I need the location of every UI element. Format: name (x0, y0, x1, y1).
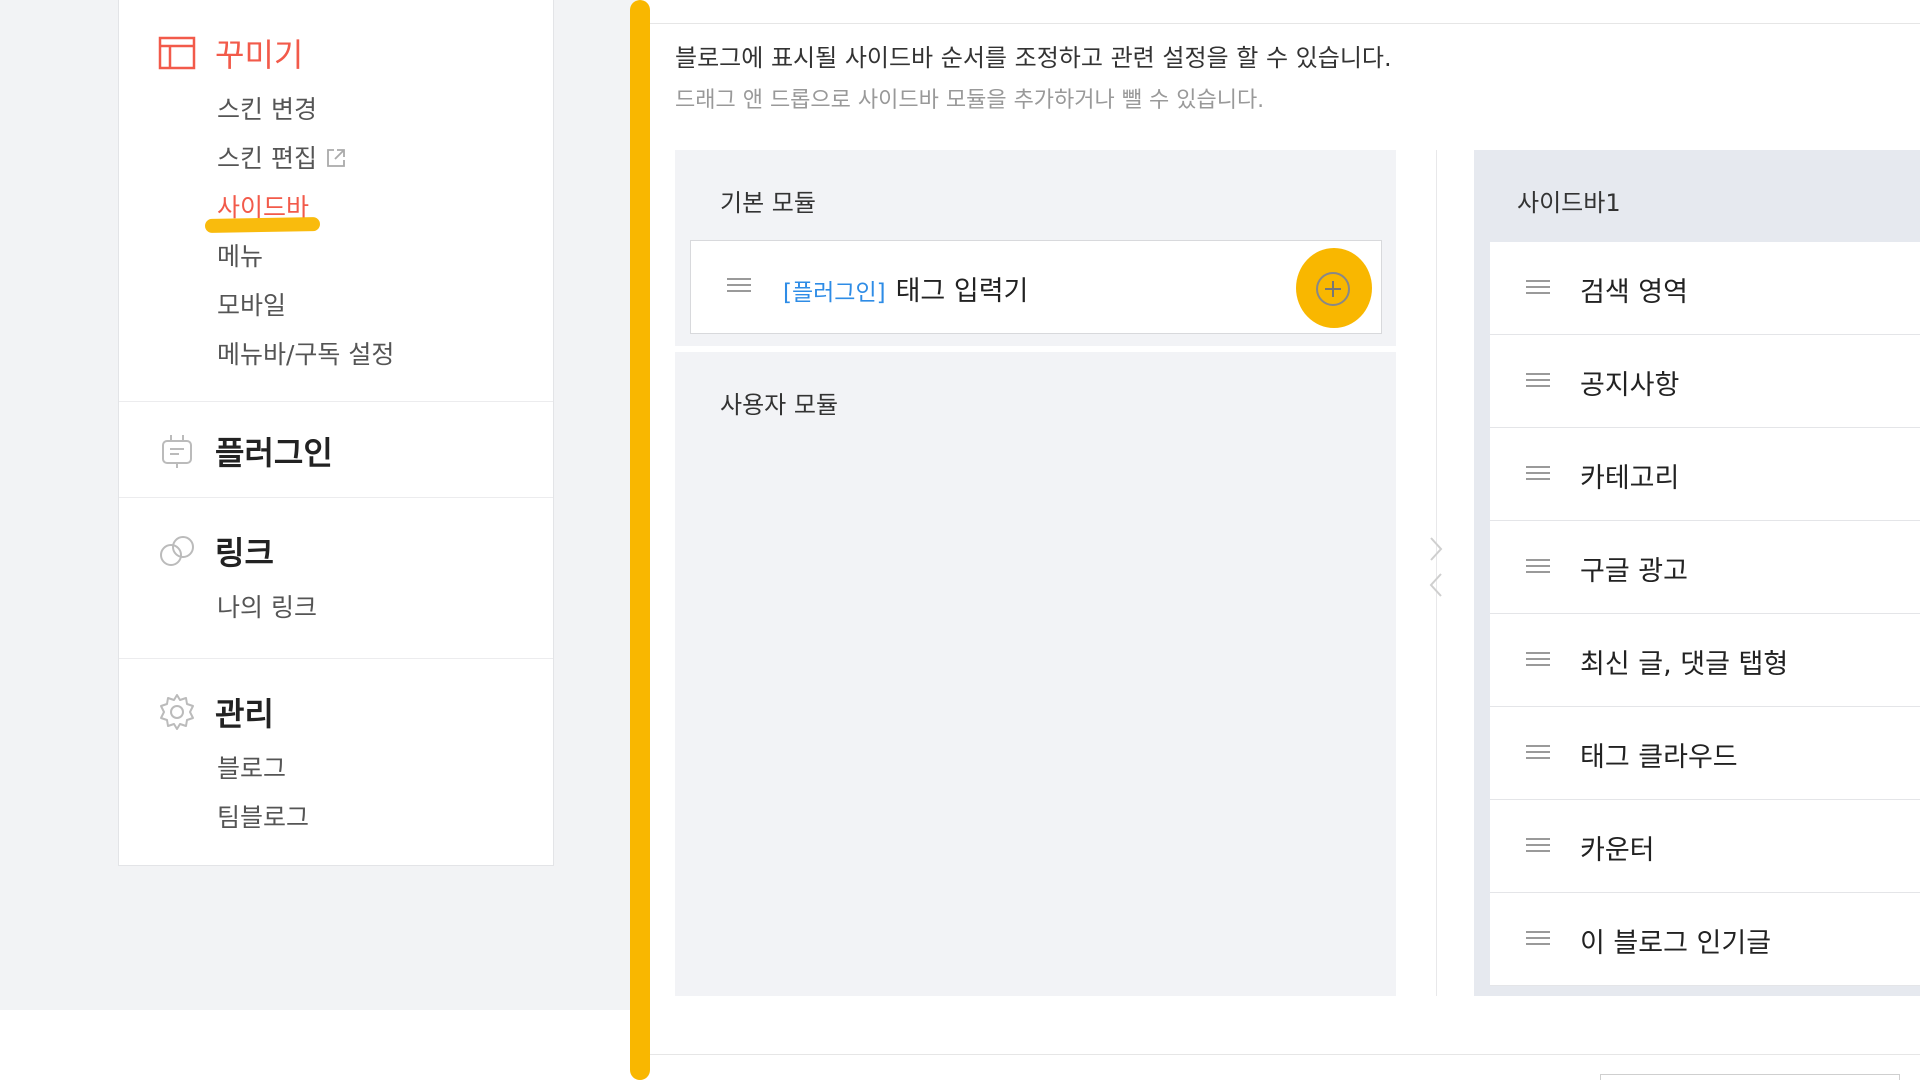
nav-item-team-blog[interactable]: 팀블로그 (217, 798, 309, 834)
sidebar-item-label: 태그 클라우드 (1580, 742, 1738, 773)
drag-handle-icon[interactable] (1526, 373, 1550, 391)
sidebar-item[interactable]: 공지사항 (1490, 335, 1920, 428)
page-description: 블로그에 표시될 사이드바 순서를 조정하고 관련 설정을 할 수 있습니다. (675, 44, 1392, 72)
bottom-divider (650, 1054, 1920, 1055)
nav-section-link: 링크 나의 링크 (119, 497, 553, 658)
nav-head-decorate[interactable]: 꾸미기 (157, 30, 303, 76)
sidebar1-title: 사이드바1 (1517, 189, 1621, 217)
nav-section-decorate: 꾸미기 스킨 변경 스킨 편집 사이드바 메뉴 모바일 메뉴바/구독 설정 (119, 0, 553, 401)
sidebar-item-label: 카운터 (1580, 835, 1655, 866)
nav-head-plugin[interactable]: 플러그인 (157, 428, 333, 474)
chevron-left-icon[interactable] (1426, 570, 1446, 600)
drag-handle-icon[interactable] (1526, 466, 1550, 484)
plus-circle-icon[interactable] (1316, 272, 1350, 306)
drag-handle-icon[interactable] (1526, 652, 1550, 670)
sidebar-item[interactable]: 최신 글, 댓글 탭형 (1490, 614, 1920, 707)
nav-item-mobile[interactable]: 모바일 (217, 286, 286, 322)
drag-handle-icon[interactable] (1526, 745, 1550, 763)
drag-handle-icon[interactable] (1526, 280, 1550, 298)
drag-handle-icon[interactable] (1526, 931, 1550, 949)
nav-item-menubar-subscribe[interactable]: 메뉴바/구독 설정 (217, 335, 394, 371)
user-modules-panel (675, 352, 1396, 996)
highlight-underline (204, 216, 321, 234)
gear-icon (160, 694, 194, 730)
drag-handle-icon[interactable] (1526, 559, 1550, 577)
module-label: [플러그인] 태그 입력기 (783, 269, 1028, 308)
sidebar1-list: 검색 영역 공지사항 카테고리 구글 광고 최신 글, 댓글 탭형 태그 클라우… (1490, 242, 1920, 986)
sidebar-item[interactable]: 구글 광고 (1490, 521, 1920, 614)
basic-modules-title: 기본 모듈 (720, 189, 816, 217)
sidebar-item[interactable]: 카테고리 (1490, 428, 1920, 521)
module-item[interactable]: [플러그인] 태그 입력기 (690, 240, 1382, 334)
sidebar-item-label: 검색 영역 (1580, 277, 1688, 308)
nav-item-skin-change[interactable]: 스킨 변경 (217, 90, 317, 126)
chevron-right-icon[interactable] (1426, 534, 1446, 564)
sidebar-item-label: 공지사항 (1580, 370, 1680, 401)
nav-title-plugin: 플러그인 (215, 434, 333, 472)
drag-handle-icon[interactable] (727, 278, 751, 296)
sidebar-item[interactable]: 검색 영역 (1490, 242, 1920, 335)
sidebar-item-label: 구글 광고 (1580, 556, 1688, 587)
nav-item-menu[interactable]: 메뉴 (217, 237, 263, 273)
nav-item-my-link[interactable]: 나의 링크 (217, 588, 317, 624)
settings-nav: 꾸미기 스킨 변경 스킨 편집 사이드바 메뉴 모바일 메뉴바/구독 설정 플러… (118, 0, 554, 866)
sidebar-item-label: 이 블로그 인기글 (1580, 928, 1772, 959)
nav-head-link[interactable]: 링크 (157, 528, 274, 574)
sidebar-item-label: 카테고리 (1580, 463, 1680, 494)
nav-head-manage[interactable]: 관리 (157, 689, 274, 735)
nav-item-blog[interactable]: 블로그 (217, 749, 286, 785)
external-link-icon (327, 149, 345, 167)
plug-icon (162, 435, 192, 468)
left-background-bottom (0, 1010, 636, 1080)
page-sub-description: 드래그 앤 드롭으로 사이드바 모듈을 추가하거나 뺄 수 있습니다. (675, 88, 1265, 113)
module-tag-prefix: [플러그인] (783, 280, 886, 306)
nav-item-skin-edit-label: 스킨 편집 (217, 144, 317, 173)
nav-title-manage: 관리 (215, 695, 274, 733)
sidebar-item[interactable]: 이 블로그 인기글 (1490, 893, 1920, 986)
layout-icon (158, 36, 196, 70)
drag-handle-icon[interactable] (1526, 838, 1550, 856)
module-name: 태그 입력기 (895, 276, 1029, 307)
user-modules-title: 사용자 모듈 (720, 391, 839, 419)
bottom-button-edge[interactable] (1600, 1074, 1900, 1080)
nav-item-skin-edit[interactable]: 스킨 편집 (217, 139, 347, 175)
nav-title-decorate: 꾸미기 (215, 36, 304, 74)
sidebar-item[interactable]: 태그 클라우드 (1490, 707, 1920, 800)
highlight-vertical-bar (630, 0, 650, 1080)
nav-section-plugin: 플러그인 (119, 401, 553, 497)
link-icon (160, 536, 194, 566)
nav-title-link: 링크 (215, 534, 274, 572)
sidebar-item-label: 최신 글, 댓글 탭형 (1580, 649, 1789, 680)
top-divider (650, 0, 1920, 24)
sidebar-item[interactable]: 카운터 (1490, 800, 1920, 893)
nav-section-manage: 관리 블로그 팀블로그 (119, 658, 553, 866)
